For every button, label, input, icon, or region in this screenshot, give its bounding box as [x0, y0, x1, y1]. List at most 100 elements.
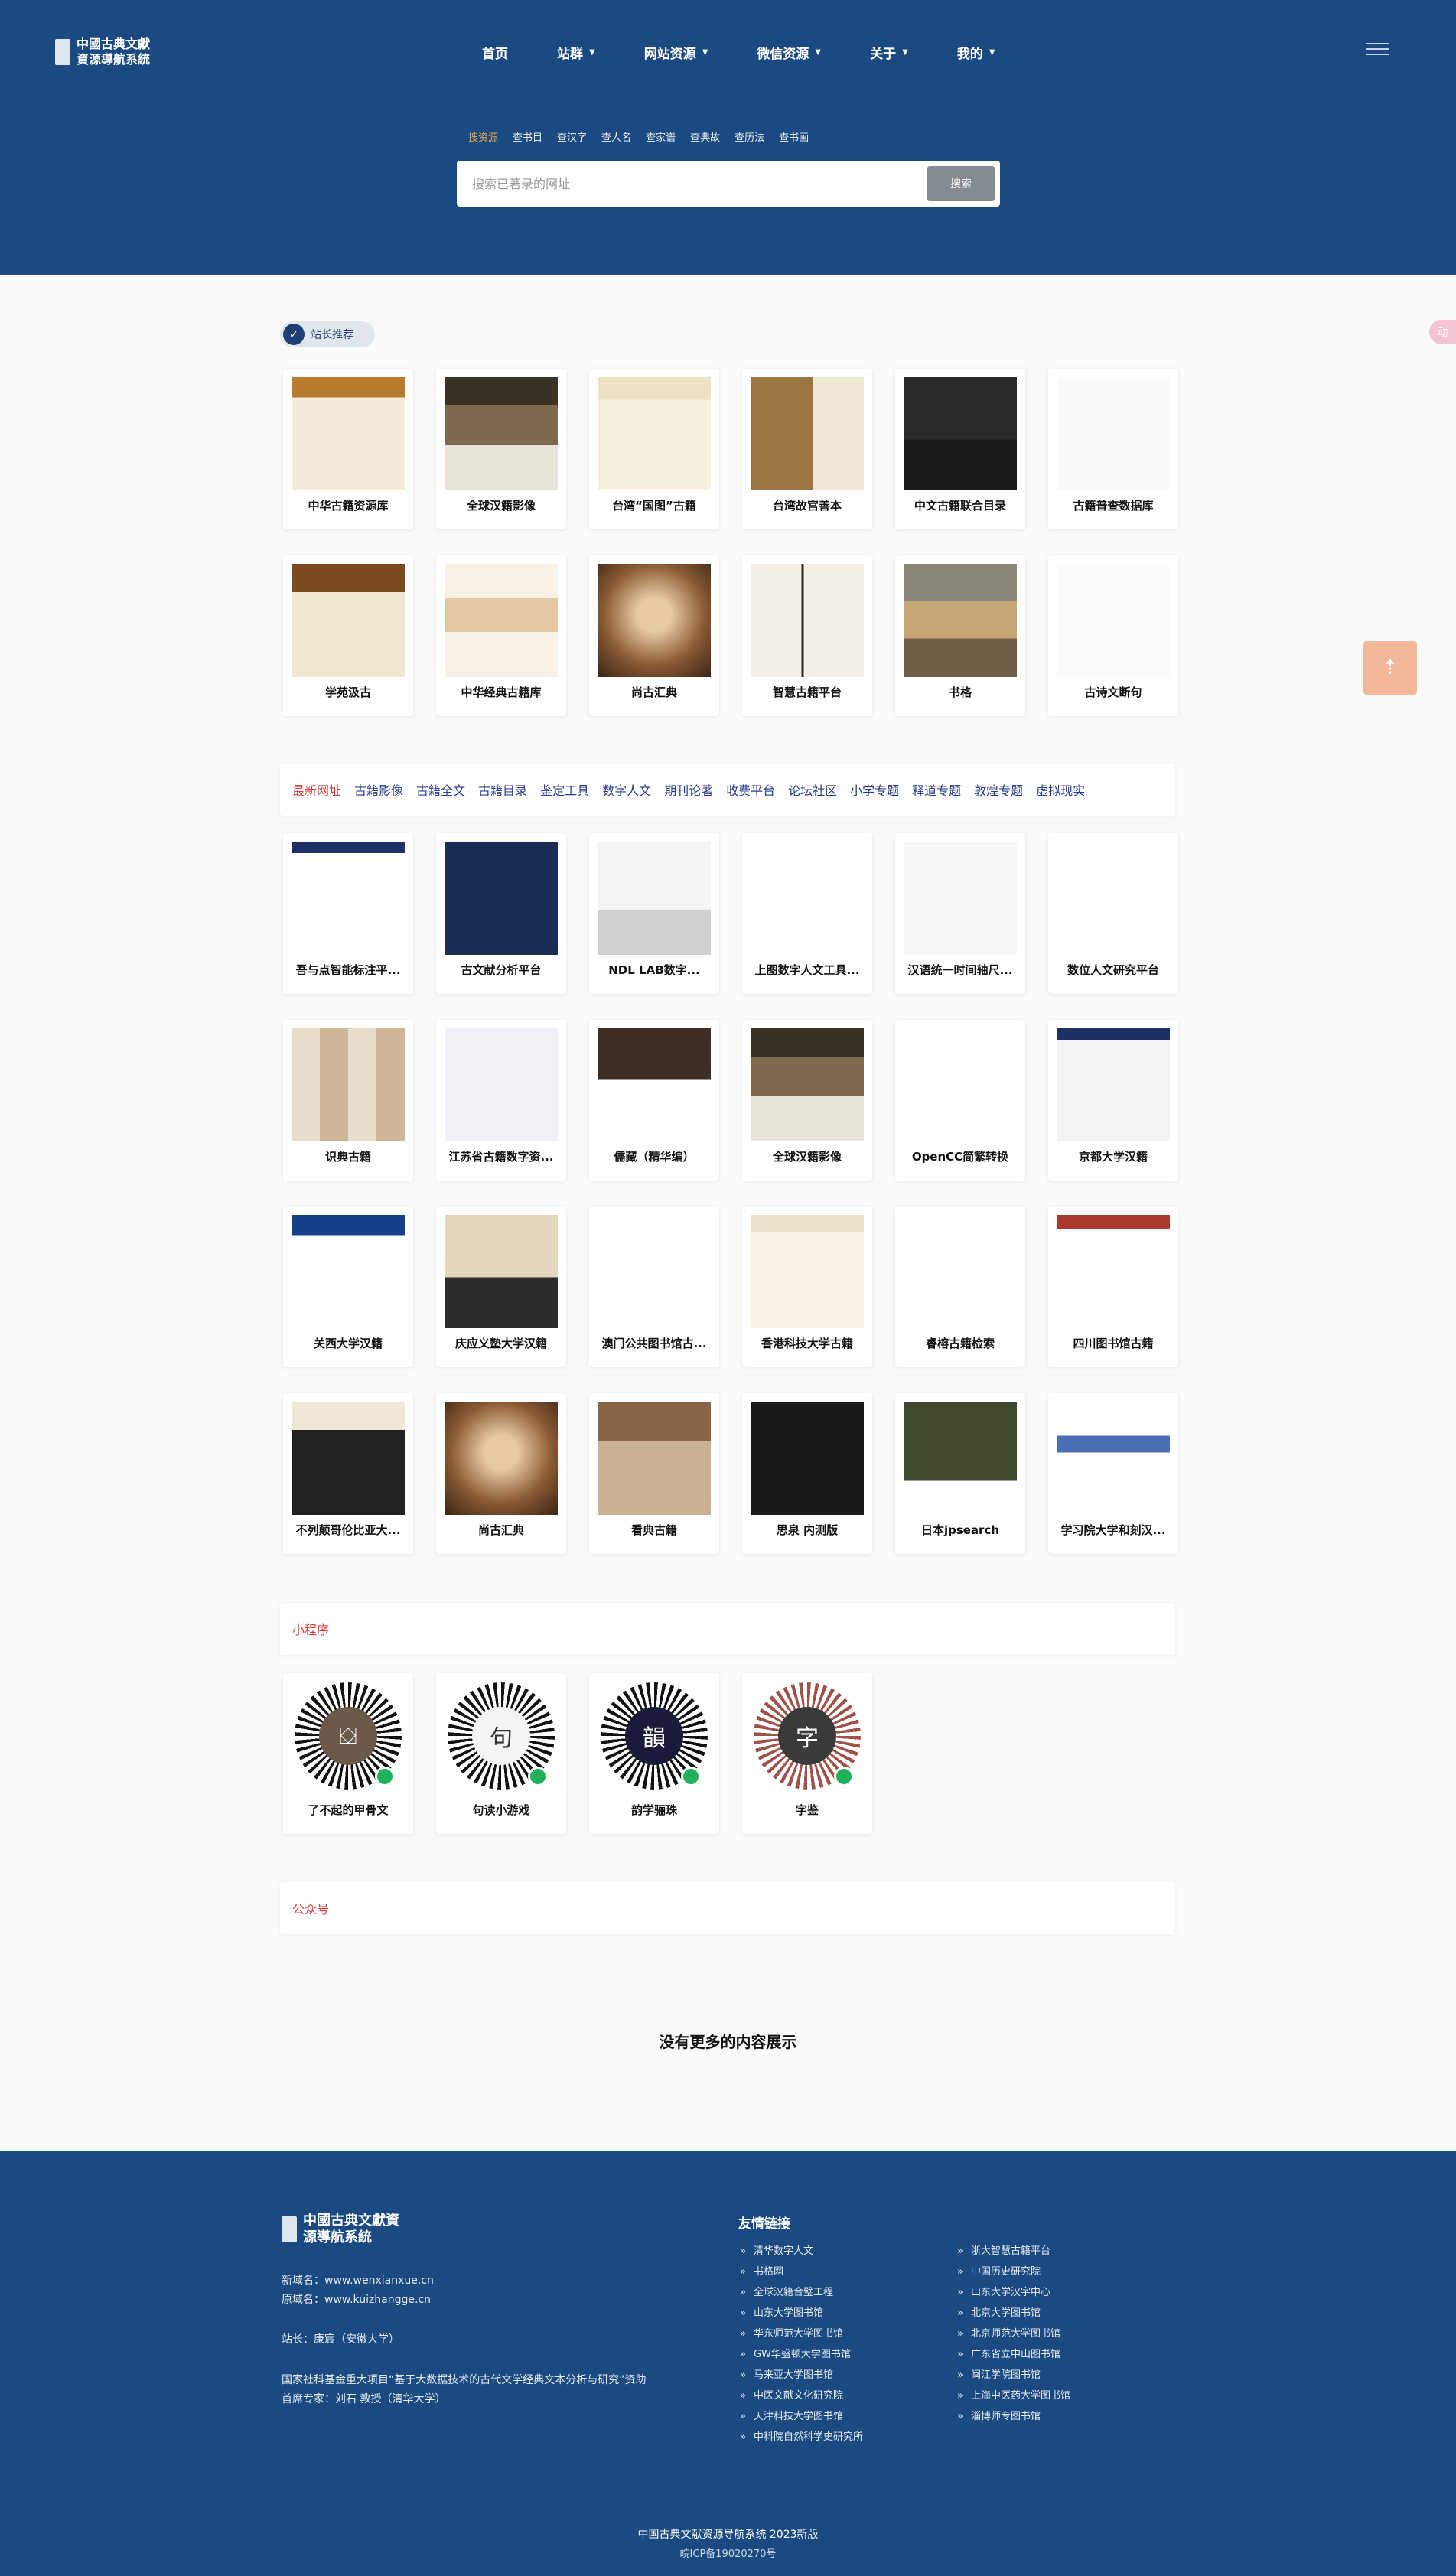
category-tab[interactable]: 最新网址: [292, 780, 341, 799]
category-tab[interactable]: 论坛社区: [788, 780, 837, 799]
recommend-card[interactable]: 台湾故宫善本: [742, 369, 872, 529]
site-card[interactable]: 睿榕古籍检索: [895, 1207, 1025, 1367]
category-tab[interactable]: 古籍影像: [354, 780, 403, 799]
search-tab[interactable]: 查汉字: [557, 129, 587, 144]
friend-link[interactable]: 广东省立中山图书馆: [957, 2346, 1060, 2360]
recommend-card[interactable]: 书格: [895, 555, 1025, 716]
card-title: 古诗文断句: [1084, 686, 1142, 699]
site-card[interactable]: 京都大学汉籍: [1048, 1020, 1178, 1181]
site-card[interactable]: 全球汉籍影像: [742, 1020, 872, 1181]
recommend-card[interactable]: 台湾“国图”古籍: [589, 369, 719, 529]
friend-link[interactable]: 清华数字人文: [740, 2242, 813, 2257]
mini-program-card[interactable]: ⛋ 了不起的甲骨文: [283, 1673, 413, 1834]
logo-seal-icon: [55, 39, 70, 65]
nav-item-web-resources[interactable]: 网站资源 ▼: [644, 43, 708, 62]
recommend-card[interactable]: 学苑汲古: [283, 555, 413, 716]
mini-program-card[interactable]: 句句读小游戏: [436, 1673, 566, 1834]
category-tab[interactable]: 古籍全文: [416, 780, 465, 799]
site-card[interactable]: 儒藏（精华编）: [589, 1020, 719, 1181]
friend-link[interactable]: GW华盛顿大学图书馆: [740, 2346, 851, 2360]
friend-link[interactable]: 中医文献文化研究院: [740, 2387, 843, 2402]
friend-link[interactable]: 上海中医药大学图书馆: [957, 2387, 1070, 2402]
site-card[interactable]: 澳门公共图书馆古...: [589, 1207, 719, 1367]
search-tab[interactable]: 查人名: [601, 129, 631, 144]
nav-item-about[interactable]: 关于 ▼: [870, 43, 908, 62]
recommend-card[interactable]: 中华古籍资源库: [283, 369, 413, 529]
recommend-card[interactable]: 全球汉籍影像: [436, 369, 566, 529]
search-button[interactable]: 搜索: [927, 166, 995, 201]
site-thumbnail: [751, 564, 864, 677]
site-card[interactable]: 汉语统一时间轴尺...: [895, 833, 1025, 994]
recommend-card[interactable]: 古籍普查数据库: [1048, 369, 1178, 529]
friend-link[interactable]: 闽江学院图书馆: [957, 2366, 1041, 2381]
site-card[interactable]: 日本jpsearch: [895, 1393, 1025, 1554]
recommend-card[interactable]: 尚古汇典: [589, 555, 719, 716]
back-to-top-icon[interactable]: ⇡: [1363, 641, 1417, 695]
site-card[interactable]: 识典古籍: [283, 1020, 413, 1181]
mini-program-card[interactable]: 字字鉴: [742, 1673, 872, 1834]
category-tab[interactable]: 期刊论著: [664, 780, 713, 799]
search-tab[interactable]: 搜资源: [468, 129, 498, 144]
friend-link[interactable]: 书格网: [740, 2263, 783, 2278]
side-float-tab[interactable]: 动: [1429, 320, 1456, 344]
friend-link[interactable]: 淄博师专图书馆: [957, 2408, 1041, 2422]
site-card[interactable]: 庆应义塾大学汉籍: [436, 1207, 566, 1367]
recommend-card[interactable]: 中文古籍联合目录: [895, 369, 1025, 529]
friend-link[interactable]: 中国历史研究院: [957, 2263, 1041, 2278]
friend-link[interactable]: 北京大学图书馆: [957, 2304, 1041, 2319]
site-card[interactable]: 古文献分析平台: [436, 833, 566, 994]
site-logo[interactable]: 中國古典文獻資源導航系統: [55, 37, 161, 67]
site-card[interactable]: 学习院大学和刻汉...: [1048, 1393, 1178, 1554]
friend-link[interactable]: 浙大智慧古籍平台: [957, 2242, 1050, 2257]
site-card[interactable]: 数位人文研究平台: [1048, 833, 1178, 994]
site-card[interactable]: 江苏省古籍数字资...: [436, 1020, 566, 1181]
site-card[interactable]: 看典古籍: [589, 1393, 719, 1554]
category-tab[interactable]: 古籍目录: [478, 780, 527, 799]
site-thumbnail: [292, 1028, 405, 1141]
nav-item-sites[interactable]: 站群 ▼: [557, 43, 595, 62]
category-tab[interactable]: 虚拟现实: [1036, 780, 1085, 799]
search-tab[interactable]: 查书画: [779, 129, 809, 144]
category-tab[interactable]: 敦煌专题: [974, 780, 1023, 799]
friend-link[interactable]: 全球汉籍合璧工程: [740, 2284, 833, 2298]
category-tab[interactable]: 数字人文: [602, 780, 651, 799]
category-tab[interactable]: 收费平台: [726, 780, 775, 799]
site-card[interactable]: 香港科技大学古籍: [742, 1207, 872, 1367]
site-card[interactable]: 思泉 内测版: [742, 1393, 872, 1554]
mini-program-card[interactable]: 韻韵学骊珠: [589, 1673, 719, 1834]
site-card[interactable]: 吾与点智能标注平...: [283, 833, 413, 994]
search-tab[interactable]: 查典故: [690, 129, 720, 144]
site-card[interactable]: 尚古汇典: [436, 1393, 566, 1554]
card-title: 古籍普查数据库: [1073, 499, 1154, 513]
nav-item-wechat-resources[interactable]: 微信资源 ▼: [757, 43, 821, 62]
recommend-card[interactable]: 智慧古籍平台: [742, 555, 872, 716]
site-card[interactable]: 四川图书馆古籍: [1048, 1207, 1178, 1367]
category-tab[interactable]: 鉴定工具: [540, 780, 589, 799]
nav-item-mine[interactable]: 我的 ▼: [957, 43, 995, 62]
friend-link[interactable]: 山东大学汉字中心: [957, 2284, 1050, 2298]
friend-link[interactable]: 天津科技大学图书馆: [740, 2408, 843, 2422]
site-thumbnail: [751, 1028, 864, 1141]
category-tab[interactable]: 释道专题: [912, 780, 961, 799]
friend-link[interactable]: 中科院自然科学史研究所: [740, 2428, 863, 2443]
search-tab[interactable]: 查家谱: [646, 129, 676, 144]
friend-link[interactable]: 华东师范大学图书馆: [740, 2325, 843, 2340]
search-input[interactable]: [457, 161, 923, 207]
recommend-card[interactable]: 古诗文断句: [1048, 555, 1178, 716]
site-card[interactable]: NDL LAB数字...: [589, 833, 719, 994]
hamburger-icon[interactable]: [1366, 43, 1389, 57]
site-card[interactable]: 不列颠哥伦比亚大...: [283, 1393, 413, 1554]
nav-item-home[interactable]: 首页: [482, 43, 508, 62]
friend-link[interactable]: 北京师范大学图书馆: [957, 2325, 1060, 2340]
site-card[interactable]: 关西大学汉籍: [283, 1207, 413, 1367]
card-title: 看典古籍: [630, 1523, 677, 1537]
site-card[interactable]: OpenCC简繁转换: [895, 1020, 1025, 1181]
search-tab[interactable]: 查书目: [513, 129, 542, 144]
category-tab[interactable]: 小学专题: [850, 780, 899, 799]
friend-link[interactable]: 山东大学图书馆: [740, 2304, 823, 2319]
icp-link[interactable]: 皖ICP备19020270号: [0, 2545, 1456, 2560]
recommend-card[interactable]: 中华经典古籍库: [436, 555, 566, 716]
friend-link[interactable]: 马来亚大学图书馆: [740, 2366, 833, 2381]
search-tab[interactable]: 查历法: [735, 129, 764, 144]
site-card[interactable]: 上图数字人文工具...: [742, 833, 872, 994]
